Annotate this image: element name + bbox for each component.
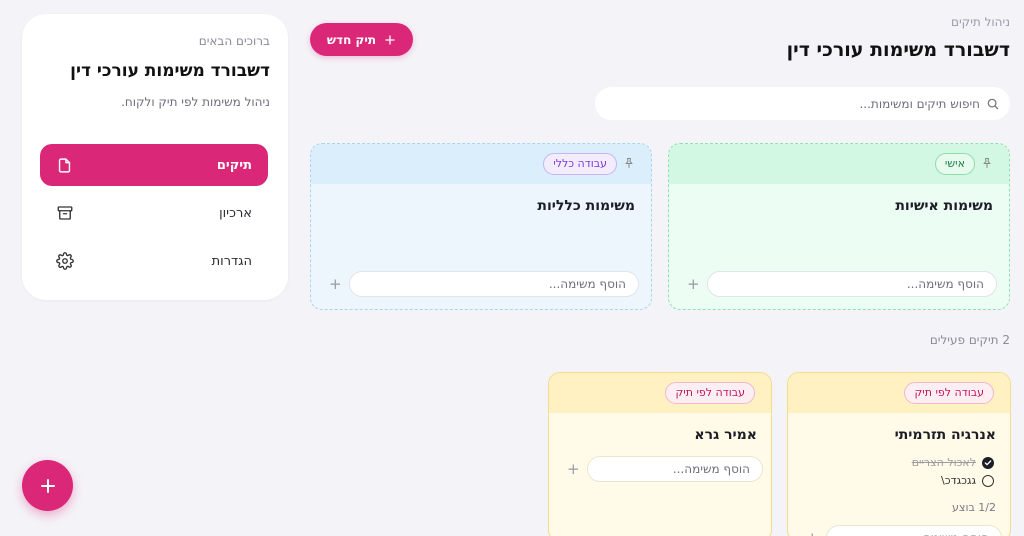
sidebar-subtitle: ניהול משימות לפי תיק ולקוח. xyxy=(121,95,270,109)
task-text: לאכול הצריים xyxy=(911,456,976,469)
sidebar-item-archive[interactable]: ארכיון xyxy=(40,192,268,234)
task-text: גגכגדכ\ xyxy=(941,474,976,487)
sidebar: ברוכים הבאים דשבורד משימות עורכי דין ניה… xyxy=(22,14,288,300)
board-title: משימות אישיות xyxy=(895,198,993,214)
task-item[interactable]: גגכגדכ\ xyxy=(941,474,994,487)
checkbox-icon[interactable] xyxy=(982,474,994,487)
case-header: עבודה לפי תיק xyxy=(549,373,771,413)
case-tag: עבודה לפי תיק xyxy=(904,382,994,404)
task-item[interactable]: לאכול הצריים xyxy=(912,456,994,469)
floating-add-button[interactable] xyxy=(22,460,73,511)
sidebar-item-cases[interactable]: תיקים xyxy=(40,144,268,186)
add-task-plus-icon[interactable]: + xyxy=(806,529,819,536)
pin-icon[interactable] xyxy=(981,157,993,169)
checkbox-checked-icon[interactable] xyxy=(982,456,994,469)
sidebar-item-label: ארכיון xyxy=(219,205,252,221)
add-task-input[interactable] xyxy=(707,271,997,297)
case-card[interactable]: עבודה לפי תיק אנרגיה תזרמיתי לאכול הצריי… xyxy=(787,372,1011,536)
add-task-plus-icon[interactable]: + xyxy=(329,275,342,293)
new-case-label: תיק חדש xyxy=(326,32,377,47)
add-task-input[interactable] xyxy=(587,456,763,482)
board-header: אישי xyxy=(669,144,1009,184)
board-tag: עבודה כללי xyxy=(543,153,617,175)
sidebar-item-label: הגדרות xyxy=(211,253,252,269)
active-cases-count: 2 תיקים פעילים xyxy=(929,333,1010,347)
breadcrumb: ניהול תיקים xyxy=(951,15,1010,29)
board-tag: אישי xyxy=(934,153,975,175)
search-icon xyxy=(986,97,1000,111)
add-task-input[interactable] xyxy=(349,271,639,297)
add-task-row: + xyxy=(806,525,1002,536)
sidebar-title: דשבורד משימות עורכי דין xyxy=(70,61,270,81)
sidebar-welcome: ברוכים הבאים xyxy=(198,34,270,48)
case-title: אמיר גרא xyxy=(694,427,757,443)
case-header: עבודה לפי תיק xyxy=(788,373,1010,413)
add-task-plus-icon[interactable]: + xyxy=(567,460,580,478)
archive-icon xyxy=(56,204,74,222)
board-header: עבודה כללי xyxy=(311,144,651,184)
personal-tasks-board: אישי משימות אישיות + xyxy=(668,143,1010,310)
case-tag: עבודה לפי תיק xyxy=(665,382,755,404)
pin-icon[interactable] xyxy=(623,157,635,169)
case-progress: 1/2 בוצע xyxy=(952,501,996,514)
add-task-input[interactable] xyxy=(826,525,1002,536)
search-input[interactable] xyxy=(610,96,980,111)
general-tasks-board: עבודה כללי משימות כלליות + xyxy=(310,143,652,310)
plus-icon xyxy=(384,34,396,46)
add-task-row: + xyxy=(567,456,763,482)
page-title: דשבורד משימות עורכי דין xyxy=(786,39,1010,61)
new-case-button[interactable]: תיק חדש xyxy=(310,23,413,56)
gear-icon xyxy=(56,252,74,270)
add-task-row: + xyxy=(687,271,997,297)
sidebar-item-label: תיקים xyxy=(216,157,252,173)
search-bar xyxy=(595,87,1010,120)
board-title: משימות כלליות xyxy=(537,198,635,214)
case-card[interactable]: עבודה לפי תיק אמיר גרא + xyxy=(548,372,772,536)
plus-icon xyxy=(39,477,57,495)
sidebar-item-settings[interactable]: הגדרות xyxy=(40,240,268,282)
file-icon xyxy=(56,157,73,174)
add-task-plus-icon[interactable]: + xyxy=(687,275,700,293)
case-title: אנרגיה תזרמיתי xyxy=(894,427,996,443)
add-task-row: + xyxy=(329,271,639,297)
